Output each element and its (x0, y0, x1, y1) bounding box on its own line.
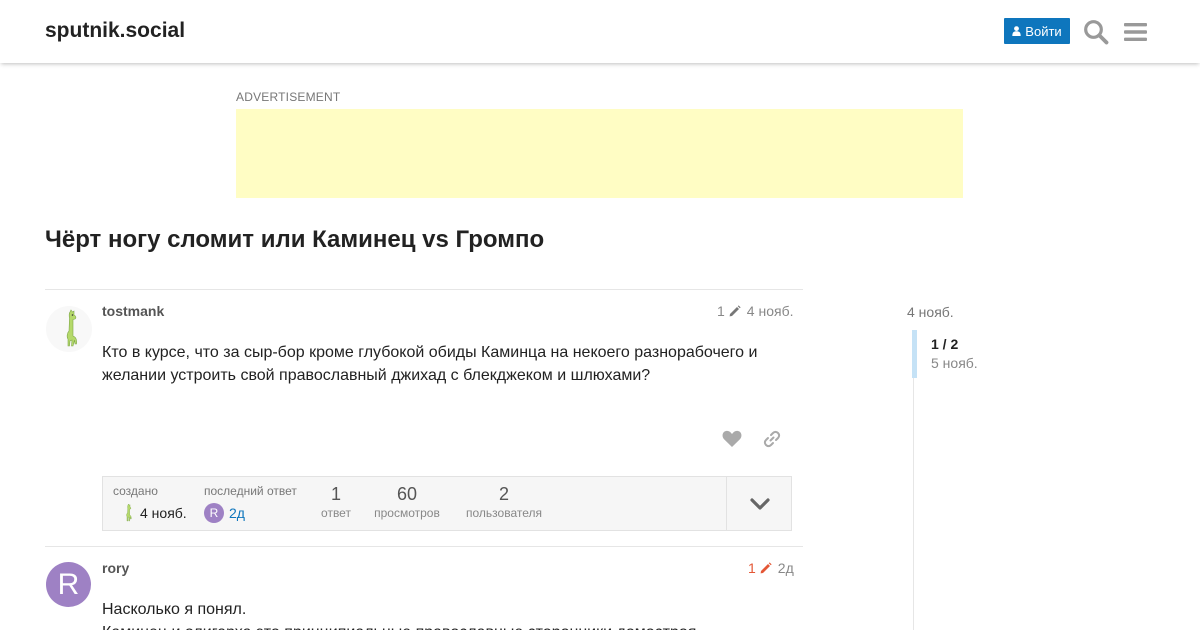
ad-label: ADVERTISEMENT (236, 90, 341, 104)
timeline-position: 1 / 2 (931, 336, 959, 352)
post-username[interactable]: tostmank (102, 303, 164, 319)
edit-count[interactable]: 1 (717, 303, 725, 319)
topic-map-separator (726, 477, 727, 530)
post-body: Насколько я понял. Каминец и олигарха эт… (102, 598, 792, 630)
chevron-down-icon[interactable] (750, 494, 770, 514)
topic-map: создано 4 нояб. последний ответ R 2д 1 о… (102, 476, 792, 531)
replies-stat[interactable]: 1 ответ (314, 484, 358, 520)
views-count: 60 (396, 484, 418, 504)
post-divider (45, 289, 803, 290)
timeline-handle[interactable] (912, 330, 917, 378)
pencil-icon[interactable] (760, 562, 772, 574)
users-count: 2 (498, 484, 509, 504)
llama-avatar-icon (66, 309, 77, 347)
share-link-icon[interactable] (763, 430, 781, 448)
like-heart-icon[interactable] (722, 430, 742, 448)
views-stat: 60 просмотров (369, 484, 445, 520)
users-stat[interactable]: 2 пользователя (459, 484, 549, 520)
last-reply-value[interactable]: R 2д (204, 503, 245, 523)
post-date[interactable]: 2д (778, 560, 794, 576)
login-label: Войти (1025, 23, 1062, 39)
post-body: Кто в курсе, что за сыр-бор кроме глубок… (102, 344, 758, 384)
post-date[interactable]: 4 нояб. (747, 303, 794, 319)
timeline-start-date[interactable]: 4 нояб. (907, 304, 954, 320)
post-divider (45, 546, 803, 547)
avatar[interactable]: R (46, 562, 91, 607)
ad-slot[interactable] (236, 109, 963, 198)
pencil-icon[interactable] (729, 305, 741, 317)
created-value[interactable]: 4 нояб. (121, 504, 187, 522)
user-icon (1012, 26, 1021, 36)
avatar[interactable] (46, 306, 92, 352)
edit-count[interactable]: 1 (748, 560, 756, 576)
site-header: sputnik.social Войти (0, 0, 1200, 63)
post-meta: 1 2д (748, 560, 794, 576)
last-reply-label: последний ответ (204, 484, 297, 498)
post-body-line: Каминец и олигарха это принципиальные пр… (102, 621, 792, 630)
replies-count: 1 (330, 484, 341, 504)
login-button[interactable]: Войти (1004, 18, 1070, 44)
created-date: 4 нояб. (140, 505, 187, 521)
timeline-current-date: 5 нояб. (931, 355, 978, 371)
avatar: R (204, 503, 224, 523)
topic-title[interactable]: Чёрт ногу сломит или Каминец vs Громпо (45, 226, 544, 254)
users-label: пользователя (466, 506, 542, 520)
created-label: создано (113, 484, 158, 498)
site-title[interactable]: sputnik.social (45, 19, 185, 43)
search-icon[interactable] (1083, 19, 1109, 45)
post-meta: 1 4 нояб. (717, 303, 793, 319)
replies-label: ответ (321, 506, 351, 520)
llama-mini-avatar-icon (126, 504, 132, 522)
post-body-line: Насколько я понял. (102, 601, 247, 618)
post-username[interactable]: rory (102, 560, 129, 576)
menu-icon[interactable] (1124, 21, 1147, 43)
views-label: просмотров (374, 506, 440, 520)
last-reply-date: 2д (229, 505, 245, 521)
